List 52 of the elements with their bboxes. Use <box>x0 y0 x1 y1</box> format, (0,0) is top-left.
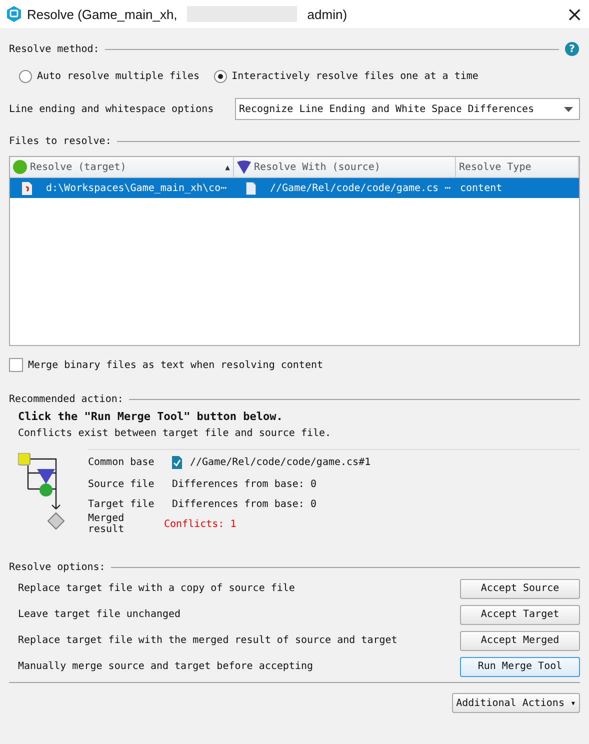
detail-value: //Game/Rel/code/code/game.cs#1 <box>190 456 371 468</box>
recommendation-headline: Click the "Run Merge Tool" button below. <box>18 410 284 423</box>
section-label: Files to resolve: <box>9 136 112 146</box>
column-header[interactable]: Resolve With (source) <box>234 157 456 177</box>
checkbox-label: Merge binary files as text when resolving content <box>28 360 324 370</box>
sort-arrow: ▲ <box>225 162 230 172</box>
column-header[interactable]: Resolve Type <box>456 157 579 177</box>
checkbox[interactable] <box>9 358 23 372</box>
section-label: Recommended action: <box>9 394 124 404</box>
detail-label: Target file <box>88 498 156 510</box>
dropdown[interactable]: Recognize Line Ending and White Space Differences <box>235 98 580 120</box>
recommendation-text: Conflicts exist between target file and source file. <box>18 428 332 439</box>
file-icon <box>22 182 32 194</box>
radio-option[interactable]: Auto resolve multiple files <box>19 70 200 83</box>
option-description: Replace target file with a copy of source file <box>18 583 295 594</box>
option-description: Manually merge source and target before accepting <box>18 661 314 672</box>
triangle-icon <box>237 160 251 174</box>
close-button[interactable]: × <box>566 4 583 24</box>
radio-option[interactable]: Interactively resolve files one at a time <box>214 70 478 83</box>
option-description: Replace target file with the merged result of source and target <box>18 635 398 646</box>
action-button[interactable]: Accept Merged <box>460 630 580 650</box>
table-row[interactable]: d:\Workspaces\Game_main_xh\co⋯ //Game/Rel/code/code/game.cs ⋯ content <box>10 178 579 198</box>
column-header[interactable]: Resolve (target) ▲ <box>10 157 234 177</box>
window-title: Resolve (Game_main_xh, <box>27 6 178 22</box>
app-icon <box>7 6 21 22</box>
detail-label: Source file <box>88 478 156 490</box>
additional-actions-button[interactable]: Additional Actions ▾ <box>452 693 580 713</box>
table-cell: //Game/Rel/code/code/game.cs ⋯ <box>270 182 451 194</box>
section-label: Resolve method: <box>9 44 100 54</box>
radio-label: Auto resolve multiple files <box>37 71 200 82</box>
circle-icon <box>13 160 27 174</box>
action-button[interactable]: Accept Target <box>460 604 580 624</box>
window-title: admin) <box>307 6 348 22</box>
field-label: Line ending and whitespace options <box>9 104 215 114</box>
radio-button[interactable] <box>19 70 32 83</box>
section-label: Resolve options: <box>9 562 106 572</box>
checked-file-icon <box>172 456 182 468</box>
action-button[interactable]: Accept Source <box>460 578 580 598</box>
detail-value: Differences from base: 0 <box>172 478 316 490</box>
table-cell: d:\Workspaces\Game_main_xh\co⋯ <box>46 182 227 194</box>
caret-icon <box>564 106 573 112</box>
radio-label: Interactively resolve files one at a time <box>232 71 478 82</box>
detail-label: Merged result <box>88 513 126 535</box>
detail-label: Common base <box>88 456 156 468</box>
detail-value: Differences from base: 0 <box>172 498 316 510</box>
action-button[interactable]: Run Merge Tool <box>460 656 580 676</box>
detail-value: Conflicts: 1 <box>164 518 236 530</box>
help-button[interactable]: ? <box>565 42 579 56</box>
option-description: Leave target file unchanged <box>18 609 181 620</box>
radio-button[interactable] <box>214 70 227 83</box>
file-icon <box>246 182 256 194</box>
table-cell: content <box>460 182 502 194</box>
